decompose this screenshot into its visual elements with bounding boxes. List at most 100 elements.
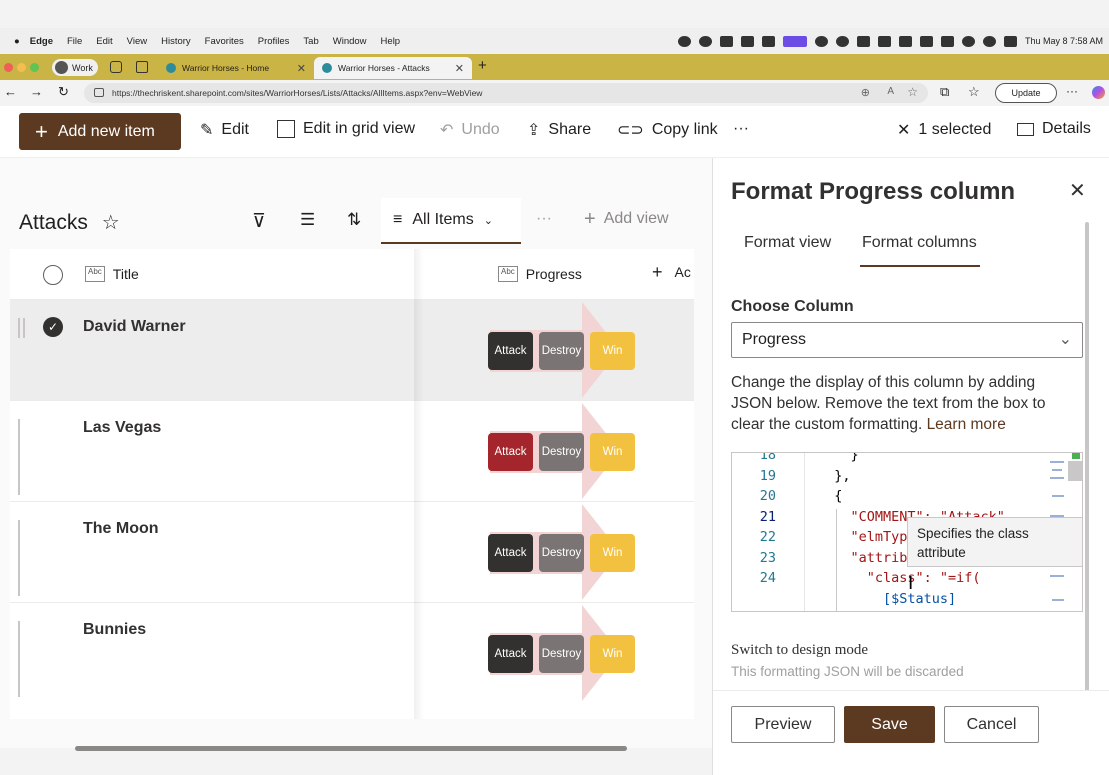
status-icon[interactable] bbox=[877, 35, 891, 47]
cloud-icon[interactable] bbox=[814, 35, 828, 47]
tab-format-columns[interactable]: Format columns bbox=[862, 234, 977, 252]
extensions-icon[interactable]: ⧉ bbox=[940, 84, 949, 100]
code-line[interactable]: "class": "=if( bbox=[818, 570, 981, 586]
select-all-checkbox[interactable] bbox=[43, 265, 63, 285]
row-drag-handle[interactable] bbox=[18, 520, 22, 596]
mute-icon[interactable] bbox=[898, 35, 912, 47]
lock-icon[interactable] bbox=[94, 88, 104, 97]
code-line[interactable]: "attrib bbox=[818, 550, 908, 566]
row-title[interactable]: Las Vegas bbox=[83, 419, 161, 437]
cloud-icon[interactable] bbox=[835, 35, 849, 47]
filter-icon[interactable]: ⊽ bbox=[252, 210, 266, 233]
wifi-icon[interactable] bbox=[961, 35, 975, 47]
status-icon[interactable] bbox=[698, 35, 712, 47]
copy-link-button[interactable]: ⊂⊃ Copy link bbox=[617, 120, 718, 140]
selected-count-button[interactable]: ✕ 1 selected bbox=[897, 120, 991, 140]
menu-tab[interactable]: Tab bbox=[303, 36, 318, 47]
favorites-icon[interactable]: ☆ bbox=[968, 84, 980, 100]
row-drag-handle[interactable] bbox=[18, 318, 25, 338]
tab-actions-icon[interactable] bbox=[136, 61, 148, 73]
car-icon[interactable] bbox=[919, 35, 933, 47]
close-tab-icon[interactable]: ✕ bbox=[297, 62, 306, 75]
column-header-progress[interactable]: Abc Progress bbox=[498, 266, 582, 282]
battery-icon[interactable] bbox=[761, 35, 775, 47]
address-bar[interactable]: https://thechriskent.sharepoint.com/site… bbox=[84, 83, 928, 103]
update-button[interactable]: Update bbox=[995, 83, 1057, 103]
tab-format-view[interactable]: Format view bbox=[744, 234, 831, 252]
code-line[interactable]: [$Status] bbox=[818, 591, 956, 607]
menu-window[interactable]: Window bbox=[333, 36, 367, 47]
cancel-button[interactable]: Cancel bbox=[944, 706, 1039, 743]
workspaces-icon[interactable] bbox=[110, 61, 122, 73]
minimize-window-icon[interactable] bbox=[17, 63, 26, 72]
search-icon[interactable] bbox=[982, 35, 996, 47]
row-drag-handle[interactable] bbox=[18, 419, 22, 495]
tab-warrior-horses-home[interactable]: Warrior Horses - Home ✕ bbox=[158, 57, 314, 79]
code-line[interactable]: { bbox=[818, 488, 842, 504]
status-icon[interactable] bbox=[677, 35, 691, 47]
column-dropdown[interactable]: Progress ⌄ bbox=[731, 322, 1083, 358]
menu-file[interactable]: File bbox=[67, 36, 82, 47]
edit-grid-button[interactable]: Edit in grid view bbox=[277, 120, 415, 138]
forward-icon[interactable]: → bbox=[30, 84, 43, 99]
column-header-title[interactable]: Abc Title bbox=[85, 266, 139, 282]
preview-button[interactable]: Preview bbox=[731, 706, 835, 743]
menu-edit[interactable]: Edit bbox=[96, 36, 112, 47]
menu-view[interactable]: View bbox=[127, 36, 147, 47]
table-row[interactable]: The Moon Attack Destroy Win bbox=[10, 501, 694, 602]
undo-button[interactable]: ↶ Undo bbox=[440, 120, 500, 140]
json-editor[interactable]: 18 }19 },20 {21 "COMMENT": "Attack",22 "… bbox=[731, 452, 1083, 612]
menu-history[interactable]: History bbox=[161, 36, 191, 47]
menu-app-name[interactable]: Edge bbox=[30, 36, 53, 47]
code-line[interactable]: } bbox=[818, 453, 859, 463]
clock[interactable]: Thu May 8 7:58 AM bbox=[1025, 36, 1103, 46]
edit-button[interactable]: ✎ Edit bbox=[200, 120, 249, 140]
keyboard-icon[interactable] bbox=[940, 35, 954, 47]
group-by-icon[interactable]: ☰ bbox=[300, 210, 315, 230]
row-checkbox-checked[interactable]: ✓ bbox=[43, 317, 63, 337]
sort-icon[interactable]: ⇅ bbox=[347, 210, 361, 230]
status-icon[interactable] bbox=[719, 35, 733, 47]
panel-scrollbar[interactable] bbox=[1085, 222, 1089, 692]
row-title[interactable]: The Moon bbox=[83, 520, 159, 538]
row-title[interactable]: Bunnies bbox=[83, 621, 146, 639]
view-more-button[interactable]: ··· bbox=[536, 210, 552, 228]
read-aloud-icon[interactable]: A bbox=[887, 86, 894, 97]
code-line[interactable]: }, bbox=[818, 468, 850, 484]
apple-icon[interactable]: ● bbox=[14, 36, 20, 47]
back-icon[interactable]: ← bbox=[4, 84, 17, 99]
more-commands-button[interactable]: ··· bbox=[733, 120, 749, 138]
horizontal-scrollbar[interactable] bbox=[75, 746, 627, 751]
close-panel-icon[interactable]: ✕ bbox=[1069, 178, 1086, 203]
save-button[interactable]: Save bbox=[844, 706, 935, 743]
row-title[interactable]: David Warner bbox=[83, 318, 186, 336]
favorite-star-icon[interactable]: ☆ bbox=[907, 85, 918, 99]
tab-warrior-horses-attacks[interactable]: Warrior Horses - Attacks ✕ bbox=[314, 57, 472, 79]
table-row[interactable]: Las Vegas Attack Destroy Win bbox=[10, 400, 694, 501]
add-view-button[interactable]: + Add view bbox=[584, 209, 669, 229]
maximize-window-icon[interactable] bbox=[30, 63, 39, 72]
control-center-icon[interactable] bbox=[1003, 35, 1017, 47]
status-icon[interactable] bbox=[856, 35, 870, 47]
profile-button[interactable]: Work bbox=[52, 59, 98, 76]
table-row[interactable]: Bunnies Attack Destroy Win bbox=[10, 602, 694, 703]
share-button[interactable]: ⇪ Share bbox=[527, 120, 591, 140]
close-tab-icon[interactable]: ✕ bbox=[455, 62, 464, 75]
new-tab-button[interactable]: + bbox=[478, 57, 487, 74]
editor-scroll-thumb[interactable] bbox=[1068, 461, 1082, 481]
table-row[interactable]: ✓ David Warner Attack Destroy Win bbox=[10, 299, 694, 400]
switch-design-mode-link[interactable]: Switch to design mode bbox=[731, 642, 868, 659]
more-icon[interactable]: ··· bbox=[1066, 84, 1078, 98]
row-drag-handle[interactable] bbox=[18, 621, 22, 697]
screen-share-icon[interactable] bbox=[782, 35, 807, 47]
learn-more-link[interactable]: Learn more bbox=[927, 416, 1006, 433]
zoom-icon[interactable]: ⊕ bbox=[861, 86, 870, 99]
view-selector[interactable]: ≡ All Items ⌄ bbox=[381, 198, 521, 244]
copilot-icon[interactable] bbox=[1092, 86, 1105, 99]
menu-favorites[interactable]: Favorites bbox=[205, 36, 244, 47]
menu-help[interactable]: Help bbox=[381, 36, 401, 47]
details-button[interactable]: Details bbox=[1017, 120, 1091, 138]
code-line[interactable]: "elmTyp bbox=[818, 529, 908, 545]
close-window-icon[interactable] bbox=[4, 63, 13, 72]
add-new-item-button[interactable]: + Add new item bbox=[19, 113, 181, 150]
